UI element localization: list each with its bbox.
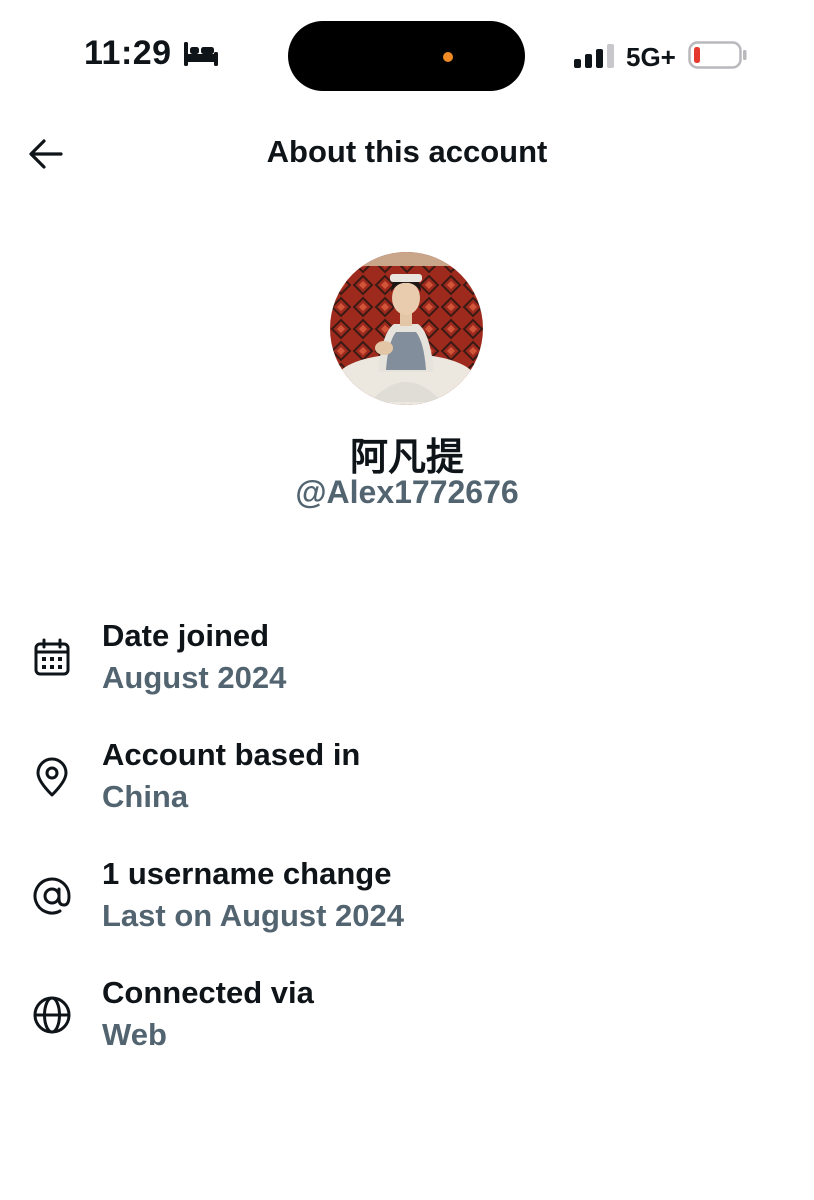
info-row-username-change: 1 username change Last on August 2024: [0, 856, 814, 946]
info-title: Date joined: [102, 618, 270, 653]
location-pin-icon: [36, 757, 68, 797]
at-sign-icon: [33, 877, 71, 915]
info-value: China: [102, 779, 189, 814]
status-time: 11:29: [84, 34, 172, 72]
info-value: Last on August 2024: [102, 898, 405, 933]
info-title: Connected via: [102, 975, 314, 1010]
info-row-date-joined: Date joined August 2024: [0, 618, 814, 708]
info-row-connected-via: Connected via Web: [0, 975, 814, 1065]
status-bar: 11:29 5G+: [0, 0, 814, 110]
bed-icon: [184, 42, 218, 66]
calendar-icon: [34, 638, 70, 676]
signal-icon: [574, 44, 614, 68]
display-name: 阿凡提: [349, 435, 464, 479]
info-value: Web: [102, 1017, 167, 1052]
info-value: August 2024: [102, 660, 287, 695]
info-title: 1 username change: [102, 856, 392, 891]
globe-icon: [33, 996, 71, 1034]
page-title: About this account: [266, 134, 548, 169]
info-row-account-location: Account based in China: [0, 737, 814, 827]
dynamic-island: [288, 21, 525, 91]
info-title: Account based in: [102, 737, 361, 772]
avatar[interactable]: [330, 252, 483, 405]
username-handle: @Alex1772676: [295, 474, 519, 510]
privacy-indicator-dot: [443, 52, 453, 62]
battery-icon: [688, 41, 747, 69]
network-type: 5G+: [626, 42, 676, 72]
